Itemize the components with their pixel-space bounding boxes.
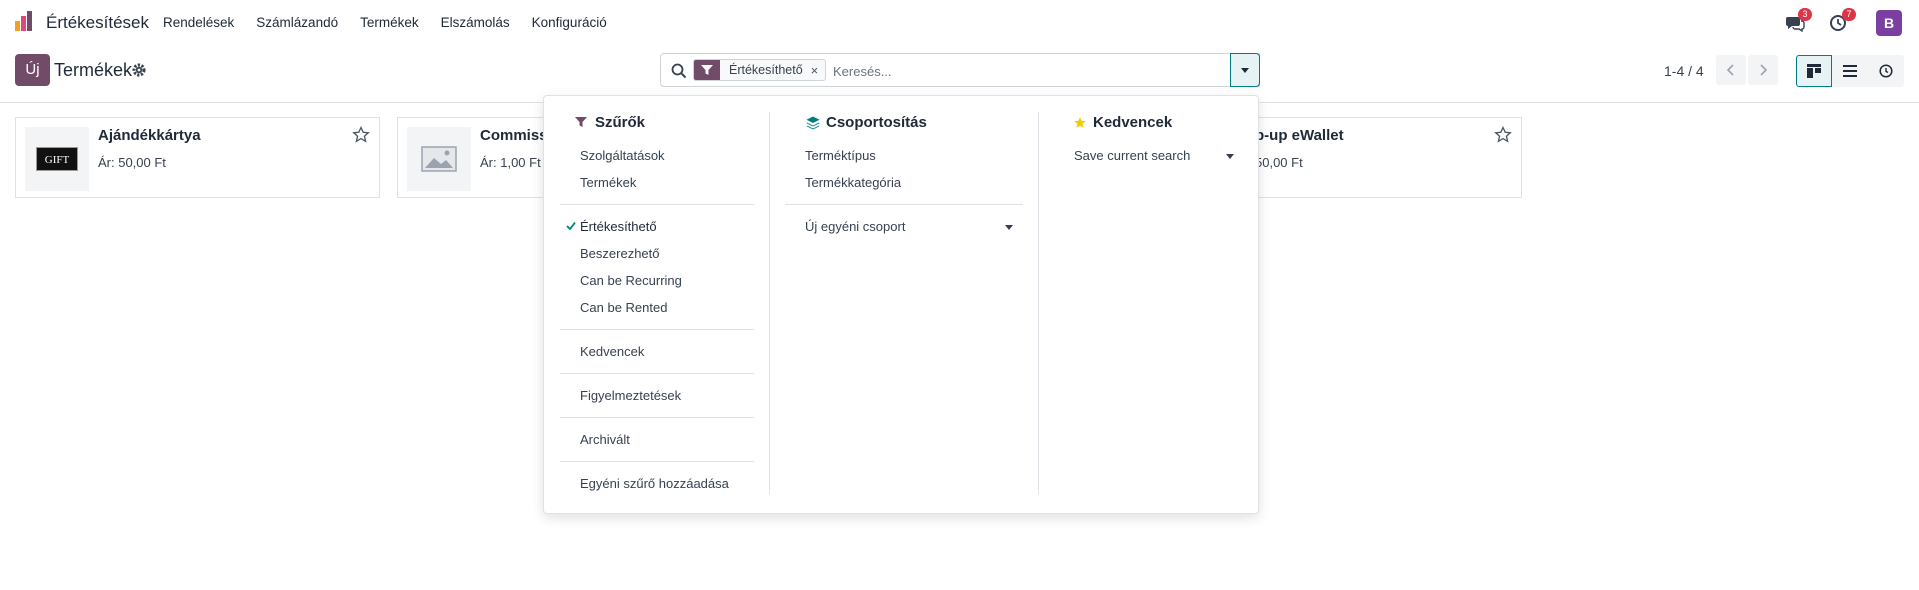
add-custom-filter[interactable]: Egyéni szűrő hozzáadása [580,476,729,491]
groupby-product-category[interactable]: Termékkategória [805,175,901,190]
gear-icon[interactable] [131,62,147,78]
activity-view-button[interactable] [1868,55,1904,87]
filter-services[interactable]: Szolgáltatások [580,148,665,163]
pager-previous-button[interactable] [1716,55,1746,85]
facet-remove-button[interactable]: × [811,63,826,78]
app-name[interactable]: Értékesítések [46,13,149,33]
filters-header: Szűrők [575,114,646,131]
facet-label: Értékesíthető [729,63,803,77]
filter-favorites[interactable]: Kedvencek [580,344,644,359]
menu-item-configuration[interactable]: Konfiguráció [532,15,607,30]
product-card[interactable]: GIFT Ajándékkártya Ár: 50,00 Ft [15,117,380,198]
activities-badge: 7 [1842,8,1856,21]
product-card[interactable]: Commissi Ár: 1,00 Ft [397,117,552,198]
filter-can-be-purchased[interactable]: Beszerezhető [580,246,660,261]
filter-products[interactable]: Termékek [580,175,636,190]
favorites-header: Kedvencek [1074,114,1173,131]
divider [560,329,754,330]
filter-icon [694,60,720,80]
column-divider [1038,112,1039,494]
page-title: Termékek [54,60,133,80]
divider [560,204,754,205]
search-facet: Értékesíthető × [693,59,827,81]
gift-card-image: GIFT [36,147,78,171]
pager-next-button[interactable] [1748,55,1778,85]
kanban-icon [1807,64,1821,78]
search-bar: Értékesíthető × [660,53,1260,87]
groupby-title: Csoportosítás [826,114,927,131]
sales-app-icon[interactable] [14,10,36,32]
list-icon [1843,65,1857,77]
filter-can-be-recurring[interactable]: Can be Recurring [580,273,682,288]
divider [560,373,754,374]
groupby-product-type[interactable]: Terméktípus [805,148,876,163]
top-navbar: Értékesítések Rendelések Számlázandó Ter… [0,0,1919,46]
filter-can-be-sold[interactable]: Értékesíthető [566,219,657,234]
filter-icon [575,117,587,127]
search-icon[interactable] [671,63,687,79]
user-avatar[interactable]: B [1876,10,1902,36]
product-image: GIFT [25,127,89,191]
menu-item-orders[interactable]: Rendelések [163,15,234,30]
messages-button[interactable]: 3 [1785,8,1812,33]
filters-title: Szűrők [595,114,646,131]
kanban-view-button[interactable] [1796,55,1832,87]
star-icon[interactable] [1494,126,1512,144]
caret-down-icon [1241,67,1249,73]
product-price: 50,00 Ft [1255,155,1303,170]
product-name: Commissi [480,127,552,144]
product-price: Ár: 1,00 Ft [480,155,541,170]
caret-down-icon [1005,225,1013,230]
image-placeholder-icon [421,146,457,172]
column-divider [769,112,770,494]
star-icon[interactable] [352,126,370,144]
search-options-toggle[interactable] [1230,53,1260,87]
search-options-dropdown: Szűrők Szolgáltatások Termékek Értékesít… [543,95,1259,514]
filter-archived[interactable]: Archivált [580,432,630,447]
messages-badge: 3 [1798,8,1812,21]
clock-icon [1879,64,1893,78]
star-icon [1074,117,1086,128]
product-price: Ár: 50,00 Ft [98,155,166,170]
menu-item-reporting[interactable]: Elszámolás [441,15,510,30]
favorites-title: Kedvencek [1093,114,1173,131]
chevron-right-icon [1760,64,1768,76]
new-button[interactable]: Új [15,54,50,86]
divider [560,417,754,418]
menu-item-products[interactable]: Termékek [360,15,419,30]
menu-item-to-invoice[interactable]: Számlázandó [256,15,338,30]
filter-warnings[interactable]: Figyelmeztetések [580,388,681,403]
activities-button[interactable]: 7 [1829,8,1856,33]
pager-value[interactable]: 1-4 / 4 [1664,63,1704,79]
product-name: p-up eWallet [1255,127,1344,144]
list-view-button[interactable] [1832,55,1868,87]
divider [560,461,754,462]
filter-can-be-rented[interactable]: Can be Rented [580,300,667,315]
filter-label: Értékesíthető [580,219,657,234]
chevron-left-icon [1726,64,1734,76]
product-name: Ajándékkártya [98,127,201,144]
groupby-header: Csoportosítás [806,114,927,131]
check-icon [566,221,576,231]
product-image-placeholder [407,127,471,191]
save-current-search[interactable]: Save current search [1074,148,1190,163]
caret-down-icon [1226,154,1234,159]
add-custom-group-select[interactable]: Új egyéni csoport [805,219,905,234]
search-input[interactable] [833,61,1213,81]
main-menu: Rendelések Számlázandó Termékek Elszámol… [163,15,629,30]
layers-icon [806,116,820,130]
divider [785,204,1023,205]
